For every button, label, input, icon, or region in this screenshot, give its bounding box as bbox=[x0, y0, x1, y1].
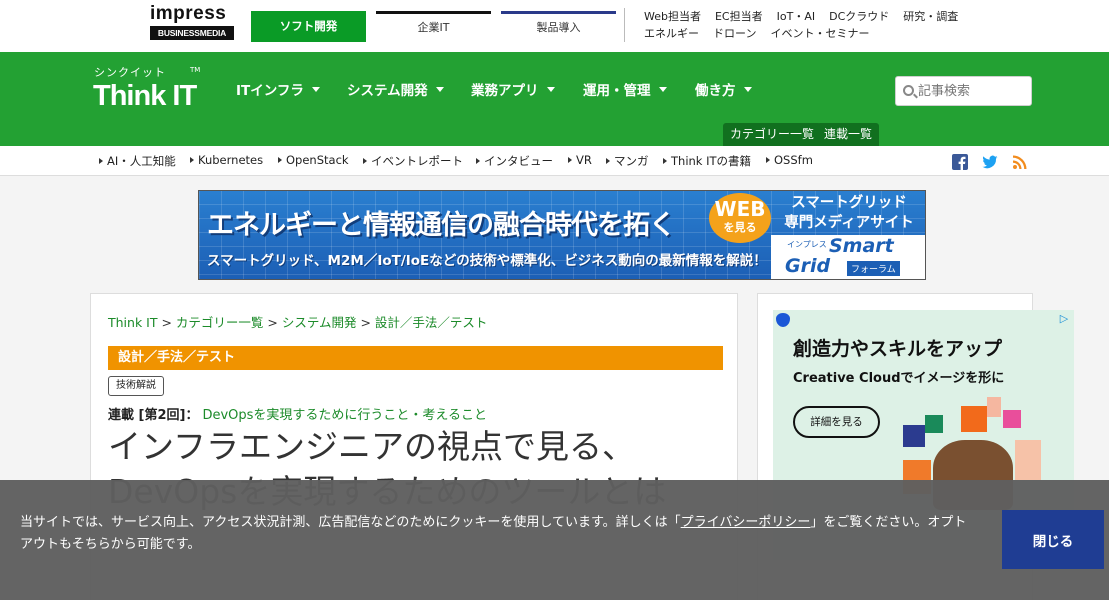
article-tag[interactable]: 技術解説 bbox=[108, 376, 164, 396]
chevron-down-icon bbox=[435, 87, 444, 92]
banner-right-line: 専門メディアサイト bbox=[784, 215, 914, 231]
thinkit-logo[interactable]: シンクイット Think IT TM bbox=[93, 63, 203, 113]
chevron-down-icon bbox=[743, 87, 752, 92]
search-input[interactable] bbox=[918, 81, 1023, 101]
breadcrumb-separator: > bbox=[356, 315, 375, 330]
top-tab-enterprise-it[interactable]: 企業IT bbox=[376, 11, 491, 42]
top-link[interactable]: IoT・AI bbox=[777, 10, 815, 23]
banner-headline: エネルギーと情報通信の融合時代を拓く bbox=[207, 210, 676, 241]
series-label: 連載 [第2回]： bbox=[108, 408, 199, 423]
ad-headline: 創造力やスキルをアップ bbox=[793, 338, 1003, 360]
nav-label: ITインフラ bbox=[236, 83, 304, 99]
top-tab-products[interactable]: 製品導入 bbox=[501, 11, 616, 42]
logo-forum-text: フォーラム bbox=[847, 261, 900, 276]
top-tab-soft[interactable]: ソフト開発 bbox=[251, 11, 366, 42]
top-link[interactable]: Web担当者 bbox=[644, 10, 701, 23]
nav-it-infra[interactable]: ITインフラ bbox=[236, 79, 320, 99]
banner-web-badge: WEB を見る bbox=[709, 193, 771, 243]
ad-shield-icon bbox=[776, 313, 790, 327]
top-link[interactable]: EC担当者 bbox=[715, 10, 763, 23]
impress-logo[interactable]: impress BUSINESSMEDIA bbox=[150, 4, 234, 40]
top-bar: impress BUSINESSMEDIA ソフト開発 企業IT 製品導入 We… bbox=[0, 0, 1109, 52]
rss-icon[interactable] bbox=[1012, 154, 1028, 170]
breadcrumb-link[interactable]: システム開発 bbox=[282, 315, 357, 330]
cookie-close-button[interactable]: 閉じる bbox=[1002, 510, 1104, 569]
nav-label: システム開発 bbox=[347, 83, 428, 99]
nav-system-dev[interactable]: システム開発 bbox=[347, 79, 444, 99]
ad-subtext: Creative Cloudでイメージを形に bbox=[793, 371, 1005, 386]
search-box[interactable] bbox=[895, 76, 1032, 106]
top-link[interactable]: イベント・セミナー bbox=[770, 27, 869, 40]
nav-label: 業務アプリ bbox=[471, 83, 539, 99]
top-link[interactable]: ドローン bbox=[713, 27, 756, 40]
twitter-icon[interactable] bbox=[982, 154, 998, 170]
banner-web-subtext: を見る bbox=[723, 221, 757, 234]
keyword-link[interactable]: マンガ bbox=[606, 153, 649, 169]
keyword-link[interactable]: インタビュー bbox=[476, 153, 553, 169]
brand-word: Think IT bbox=[93, 80, 197, 112]
breadcrumb: Think IT > カテゴリー一覧 > システム開発 > 設計／手法／テスト bbox=[108, 312, 487, 331]
chevron-down-icon bbox=[658, 87, 667, 92]
smartgrid-forum-logo: インプレス Smart Grid フォーラム bbox=[771, 235, 925, 279]
keyword-link[interactable]: OSSfm bbox=[766, 153, 813, 167]
breadcrumb-separator: > bbox=[157, 315, 176, 330]
nav-label: 運用・管理 bbox=[583, 83, 651, 99]
logo-small-text: インプレス bbox=[787, 240, 827, 249]
keyword-link[interactable]: Think ITの書籍 bbox=[663, 153, 751, 169]
cookie-message: 当サイトでは、サービス向上、アクセス状況計測、広告配信などのためにクッキーを使用… bbox=[20, 512, 975, 556]
series-list-button[interactable]: 連載一覧 bbox=[817, 123, 880, 146]
keyword-bar: AI・人工知能 Kubernetes OpenStack イベントレポート イン… bbox=[0, 146, 1109, 176]
top-link[interactable]: エネルギー bbox=[644, 27, 699, 40]
facebook-icon[interactable] bbox=[952, 154, 968, 170]
ad-details-button[interactable]: 詳細を見る bbox=[793, 406, 880, 438]
keyword-link[interactable]: Kubernetes bbox=[190, 153, 263, 167]
banner-subtext: スマートグリッド、M2M／IoT/IoEなどの技術や標準化、ビジネス動向の最新情… bbox=[207, 253, 767, 269]
category-header[interactable]: 設計／手法／テスト bbox=[108, 346, 723, 370]
breadcrumb-link[interactable]: 設計／手法／テスト bbox=[375, 315, 488, 330]
category-list-button[interactable]: カテゴリー一覧 bbox=[723, 123, 822, 146]
top-link[interactable]: DCクラウド bbox=[829, 10, 889, 23]
brand-kana: シンクイット bbox=[94, 66, 166, 79]
adchoices-icon[interactable]: ▷ bbox=[1057, 312, 1071, 326]
banner-web-text: WEB bbox=[714, 197, 766, 221]
keyword-link[interactable]: OpenStack bbox=[278, 153, 349, 167]
nav-operations[interactable]: 運用・管理 bbox=[583, 79, 667, 99]
banner-right-line: スマートグリッド bbox=[791, 195, 907, 211]
nav-business-apps[interactable]: 業務アプリ bbox=[471, 79, 555, 99]
top-links: Web担当者 EC担当者 IoT・AI DCクラウド 研究・調査 エネルギー ドローン イベ… bbox=[624, 8, 972, 42]
chevron-down-icon bbox=[546, 87, 555, 92]
site-header: シンクイット Think IT TM ITインフラ システム開発 業務アプリ 運… bbox=[0, 52, 1109, 146]
impress-logo-word: impress bbox=[150, 3, 227, 24]
impress-logo-sub: BUSINESSMEDIA bbox=[150, 26, 234, 40]
breadcrumb-link[interactable]: カテゴリー一覧 bbox=[176, 315, 264, 330]
keyword-link[interactable]: イベントレポート bbox=[363, 153, 463, 169]
keyword-link[interactable]: AI・人工知能 bbox=[99, 153, 176, 169]
series-line: 連載 [第2回]： DevOpsを実現するために行うこと・考えること bbox=[108, 404, 487, 423]
keyword-link[interactable]: VR bbox=[568, 153, 592, 167]
logo-grid-text: Grid bbox=[785, 255, 831, 277]
series-link[interactable]: DevOpsを実現するために行うこと・考えること bbox=[202, 408, 487, 423]
cookie-banner: 当サイトでは、サービス向上、アクセス状況計測、広告配信などのためにクッキーを使用… bbox=[0, 480, 1109, 600]
brand-tm: TM bbox=[190, 66, 201, 74]
breadcrumb-link[interactable]: Think IT bbox=[108, 315, 158, 330]
cookie-text: 当サイトでは、サービス向上、アクセス状況計測、広告配信などのためにクッキーを使用… bbox=[20, 515, 681, 530]
smartgrid-banner[interactable]: エネルギーと情報通信の融合時代を拓く スマートグリッド、M2M／IoT/IoEな… bbox=[198, 190, 926, 280]
nav-workstyle[interactable]: 働き方 bbox=[695, 79, 752, 99]
banner-right-text: スマートグリッド 専門メディアサイト bbox=[771, 191, 925, 235]
logo-smart-text: Smart bbox=[829, 235, 894, 257]
search-icon bbox=[903, 85, 914, 96]
nav-label: 働き方 bbox=[695, 83, 736, 99]
chevron-down-icon bbox=[311, 87, 320, 92]
top-link[interactable]: 研究・調査 bbox=[903, 10, 958, 23]
privacy-policy-link[interactable]: プライバシーポリシー bbox=[681, 515, 811, 530]
breadcrumb-separator: > bbox=[263, 315, 282, 330]
